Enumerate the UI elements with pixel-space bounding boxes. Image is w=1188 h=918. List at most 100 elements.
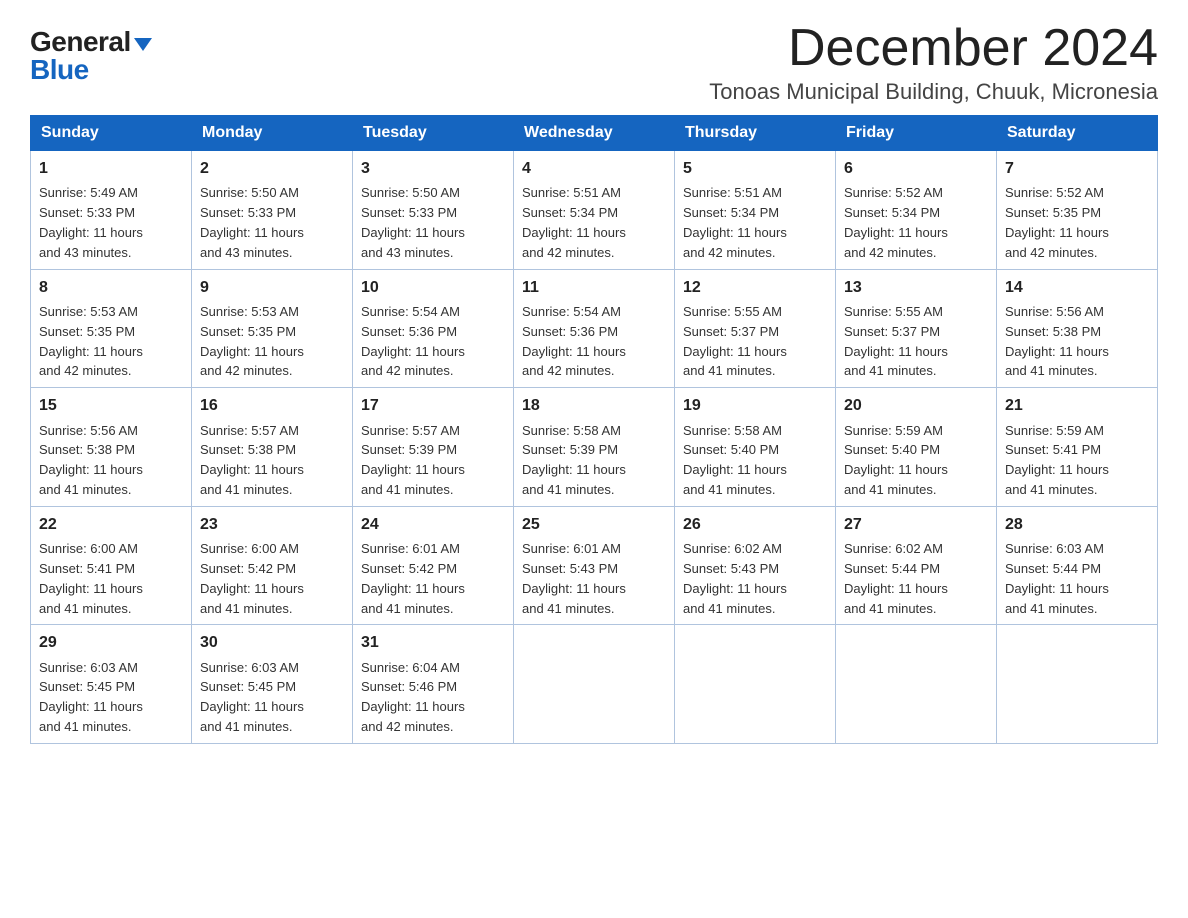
day-info: Sunrise: 6:01 AMSunset: 5:43 PMDaylight:… — [522, 541, 626, 616]
day-info: Sunrise: 6:02 AMSunset: 5:43 PMDaylight:… — [683, 541, 787, 616]
day-number: 2 — [200, 157, 344, 180]
day-number: 27 — [844, 513, 988, 536]
calendar-cell: 9Sunrise: 5:53 AMSunset: 5:35 PMDaylight… — [192, 269, 353, 388]
day-info: Sunrise: 5:54 AMSunset: 5:36 PMDaylight:… — [361, 304, 465, 379]
day-info: Sunrise: 5:54 AMSunset: 5:36 PMDaylight:… — [522, 304, 626, 379]
weekday-header-sunday: Sunday — [31, 116, 192, 151]
day-number: 14 — [1005, 276, 1149, 299]
day-info: Sunrise: 6:00 AMSunset: 5:42 PMDaylight:… — [200, 541, 304, 616]
day-info: Sunrise: 5:59 AMSunset: 5:40 PMDaylight:… — [844, 423, 948, 498]
day-info: Sunrise: 5:52 AMSunset: 5:34 PMDaylight:… — [844, 185, 948, 260]
calendar-cell: 29 Sunrise: 6:03 AMSunset: 5:45 PMDayligh… — [31, 625, 192, 744]
day-number: 1 — [39, 157, 183, 180]
calendar-table: SundayMondayTuesdayWednesdayThursdayFrid… — [30, 115, 1158, 744]
calendar-cell: 27 Sunrise: 6:02 AMSunset: 5:44 PMDayligh… — [836, 506, 997, 625]
location-title: Tonoas Municipal Building, Chuuk, Micron… — [709, 79, 1158, 105]
calendar-cell: 5 Sunrise: 5:51 AMSunset: 5:34 PMDaylight… — [675, 151, 836, 270]
calendar-cell: 11 Sunrise: 5:54 AMSunset: 5:36 PMDayligh… — [514, 269, 675, 388]
day-info: Sunrise: 5:50 AMSunset: 5:33 PMDaylight:… — [200, 185, 304, 260]
calendar-cell: 18 Sunrise: 5:58 AMSunset: 5:39 PMDayligh… — [514, 388, 675, 507]
calendar-cell: 17Sunrise: 5:57 AMSunset: 5:39 PMDayligh… — [353, 388, 514, 507]
day-number: 20 — [844, 394, 988, 417]
weekday-header-tuesday: Tuesday — [353, 116, 514, 151]
day-info: Sunrise: 5:51 AMSunset: 5:34 PMDaylight:… — [683, 185, 787, 260]
day-number: 7 — [1005, 157, 1149, 180]
calendar-cell: 25 Sunrise: 6:01 AMSunset: 5:43 PMDayligh… — [514, 506, 675, 625]
day-info: Sunrise: 5:57 AMSunset: 5:38 PMDaylight:… — [200, 423, 304, 498]
day-info: Sunrise: 6:02 AMSunset: 5:44 PMDaylight:… — [844, 541, 948, 616]
calendar-cell: 2 Sunrise: 5:50 AMSunset: 5:33 PMDaylight… — [192, 151, 353, 270]
day-info: Sunrise: 6:03 AMSunset: 5:45 PMDaylight:… — [39, 660, 143, 735]
day-number: 5 — [683, 157, 827, 180]
calendar-week-row: 29 Sunrise: 6:03 AMSunset: 5:45 PMDayligh… — [31, 625, 1158, 744]
calendar-week-row: 22Sunrise: 6:00 AMSunset: 5:41 PMDayligh… — [31, 506, 1158, 625]
day-number: 23 — [200, 513, 344, 536]
day-info: Sunrise: 6:00 AMSunset: 5:41 PMDaylight:… — [39, 541, 143, 616]
logo-general-text: General — [30, 28, 131, 56]
day-info: Sunrise: 5:58 AMSunset: 5:40 PMDaylight:… — [683, 423, 787, 498]
calendar-cell: 8Sunrise: 5:53 AMSunset: 5:35 PMDaylight… — [31, 269, 192, 388]
day-number: 30 — [200, 631, 344, 654]
day-number: 31 — [361, 631, 505, 654]
day-info: Sunrise: 5:59 AMSunset: 5:41 PMDaylight:… — [1005, 423, 1109, 498]
calendar-cell: 4Sunrise: 5:51 AMSunset: 5:34 PMDaylight… — [514, 151, 675, 270]
day-info: Sunrise: 5:53 AMSunset: 5:35 PMDaylight:… — [39, 304, 143, 379]
day-number: 25 — [522, 513, 666, 536]
logo-arrow-icon — [134, 38, 152, 51]
day-number: 28 — [1005, 513, 1149, 536]
page-header: General Blue December 2024 Tonoas Munici… — [30, 20, 1158, 105]
calendar-cell: 30 Sunrise: 6:03 AMSunset: 5:45 PMDayligh… — [192, 625, 353, 744]
day-info: Sunrise: 5:55 AMSunset: 5:37 PMDaylight:… — [683, 304, 787, 379]
day-number: 3 — [361, 157, 505, 180]
logo: General Blue — [30, 28, 152, 84]
title-block: December 2024 Tonoas Municipal Building,… — [709, 20, 1158, 105]
calendar-cell: 21 Sunrise: 5:59 AMSunset: 5:41 PMDayligh… — [997, 388, 1158, 507]
calendar-cell: 12 Sunrise: 5:55 AMSunset: 5:37 PMDayligh… — [675, 269, 836, 388]
day-number: 26 — [683, 513, 827, 536]
calendar-cell: 7Sunrise: 5:52 AMSunset: 5:35 PMDaylight… — [997, 151, 1158, 270]
weekday-header-thursday: Thursday — [675, 116, 836, 151]
calendar-cell — [836, 625, 997, 744]
day-info: Sunrise: 5:58 AMSunset: 5:39 PMDaylight:… — [522, 423, 626, 498]
calendar-cell: 28 Sunrise: 6:03 AMSunset: 5:44 PMDayligh… — [997, 506, 1158, 625]
day-number: 12 — [683, 276, 827, 299]
day-info: Sunrise: 5:56 AMSunset: 5:38 PMDaylight:… — [39, 423, 143, 498]
logo-blue-text: Blue — [30, 54, 89, 85]
day-number: 21 — [1005, 394, 1149, 417]
day-number: 15 — [39, 394, 183, 417]
day-number: 11 — [522, 276, 666, 299]
day-info: Sunrise: 6:03 AMSunset: 5:44 PMDaylight:… — [1005, 541, 1109, 616]
weekday-header-friday: Friday — [836, 116, 997, 151]
calendar-cell: 23 Sunrise: 6:00 AMSunset: 5:42 PMDayligh… — [192, 506, 353, 625]
calendar-cell: 10Sunrise: 5:54 AMSunset: 5:36 PMDayligh… — [353, 269, 514, 388]
day-number: 18 — [522, 394, 666, 417]
weekday-header-saturday: Saturday — [997, 116, 1158, 151]
day-info: Sunrise: 6:01 AMSunset: 5:42 PMDaylight:… — [361, 541, 465, 616]
day-number: 13 — [844, 276, 988, 299]
day-info: Sunrise: 5:49 AMSunset: 5:33 PMDaylight:… — [39, 185, 143, 260]
calendar-week-row: 15 Sunrise: 5:56 AMSunset: 5:38 PMDayligh… — [31, 388, 1158, 507]
weekday-header-row: SundayMondayTuesdayWednesdayThursdayFrid… — [31, 116, 1158, 151]
day-info: Sunrise: 6:03 AMSunset: 5:45 PMDaylight:… — [200, 660, 304, 735]
calendar-cell: 16 Sunrise: 5:57 AMSunset: 5:38 PMDayligh… — [192, 388, 353, 507]
calendar-cell: 24 Sunrise: 6:01 AMSunset: 5:42 PMDayligh… — [353, 506, 514, 625]
day-number: 29 — [39, 631, 183, 654]
calendar-cell: 20 Sunrise: 5:59 AMSunset: 5:40 PMDayligh… — [836, 388, 997, 507]
calendar-cell: 3 Sunrise: 5:50 AMSunset: 5:33 PMDaylight… — [353, 151, 514, 270]
day-info: Sunrise: 6:04 AMSunset: 5:46 PMDaylight:… — [361, 660, 465, 735]
calendar-cell — [514, 625, 675, 744]
day-number: 24 — [361, 513, 505, 536]
calendar-cell: 1 Sunrise: 5:49 AMSunset: 5:33 PMDaylight… — [31, 151, 192, 270]
day-number: 4 — [522, 157, 666, 180]
calendar-cell: 13Sunrise: 5:55 AMSunset: 5:37 PMDayligh… — [836, 269, 997, 388]
day-info: Sunrise: 5:56 AMSunset: 5:38 PMDaylight:… — [1005, 304, 1109, 379]
day-info: Sunrise: 5:50 AMSunset: 5:33 PMDaylight:… — [361, 185, 465, 260]
calendar-cell: 26 Sunrise: 6:02 AMSunset: 5:43 PMDayligh… — [675, 506, 836, 625]
calendar-cell — [997, 625, 1158, 744]
calendar-cell: 19Sunrise: 5:58 AMSunset: 5:40 PMDayligh… — [675, 388, 836, 507]
day-number: 16 — [200, 394, 344, 417]
day-info: Sunrise: 5:53 AMSunset: 5:35 PMDaylight:… — [200, 304, 304, 379]
calendar-week-row: 8Sunrise: 5:53 AMSunset: 5:35 PMDaylight… — [31, 269, 1158, 388]
calendar-cell: 22Sunrise: 6:00 AMSunset: 5:41 PMDayligh… — [31, 506, 192, 625]
day-number: 6 — [844, 157, 988, 180]
